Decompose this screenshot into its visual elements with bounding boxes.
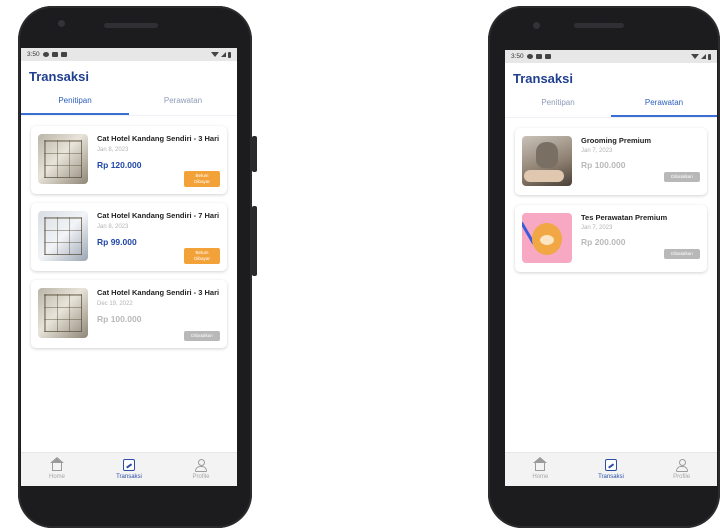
- nav-label: Profile: [192, 474, 210, 480]
- signal-icon: [221, 52, 226, 57]
- tab-bar: Penitipan Perawatan: [505, 98, 717, 117]
- item-date: Dec 19, 2022: [97, 301, 133, 308]
- user-icon: [675, 459, 688, 472]
- item-date: Jan 8, 2023: [97, 224, 129, 231]
- item-price: Rp 99.000: [97, 237, 137, 248]
- item-date: Jan 7, 2023: [581, 148, 613, 155]
- earpiece-speaker: [574, 23, 624, 28]
- user-icon: [195, 459, 207, 472]
- settings-icon: [42, 52, 49, 57]
- status-badge: Belum Dibayar: [184, 248, 220, 264]
- item-name: Cat Hotel Kandang Sendiri - 3 Hari: [97, 288, 220, 297]
- tab-penitipan[interactable]: Penitipan: [505, 98, 611, 117]
- item-date: Jan 7, 2023: [581, 225, 613, 232]
- page-title: Transaksi: [513, 71, 573, 86]
- home-icon: [50, 457, 64, 471]
- dog-spa-image: [522, 213, 572, 263]
- signal-icon: [701, 54, 706, 59]
- bottom-nav: Home Transaksi Profile: [21, 452, 237, 486]
- transaction-card[interactable]: Cat Hotel Kandang Sendiri - 3 Hari Dec 1…: [31, 280, 227, 348]
- status-bar: 3:50: [21, 48, 237, 61]
- media-icon: [60, 52, 67, 57]
- wifi-icon: [691, 54, 699, 59]
- nav-label: Home: [532, 474, 549, 480]
- item-date: Jan 8, 2023: [97, 147, 129, 154]
- tab-bar: Penitipan Perawatan: [21, 96, 237, 115]
- screen-penitipan: 3:50 Transaksi Penitipan Perawatan Cat H…: [21, 48, 237, 486]
- nav-label: Transaksi: [116, 474, 142, 480]
- item-price: Rp 200.000: [581, 237, 626, 248]
- battery-icon: [228, 51, 231, 58]
- cat-hotel-image: [38, 211, 88, 261]
- item-name: Tes Perawatan Premium: [581, 213, 668, 222]
- power-button: [252, 136, 257, 172]
- chart-icon: [123, 459, 135, 471]
- notification-icon: [51, 52, 58, 57]
- cat-hotel-image: [38, 134, 88, 184]
- status-badge: Dibatalkan: [664, 249, 700, 259]
- transaction-card[interactable]: Cat Hotel Kandang Sendiri - 7 Hari Jan 8…: [31, 203, 227, 271]
- phone-right: 3:50 Transaksi Penitipan Perawatan Groom…: [488, 6, 720, 528]
- status-badge: Dibatalkan: [664, 172, 700, 182]
- chart-icon: [604, 459, 617, 471]
- nav-profile[interactable]: Profile: [657, 459, 707, 480]
- phone-left: 3:50 Transaksi Penitipan Perawatan Cat H…: [18, 6, 257, 528]
- nav-label: Profile: [673, 474, 691, 480]
- tab-penitipan[interactable]: Penitipan: [21, 96, 129, 115]
- item-name: Grooming Premium: [581, 136, 652, 145]
- nav-label: Transaksi: [598, 474, 624, 480]
- tab-perawatan[interactable]: Perawatan: [129, 96, 237, 115]
- transaction-card[interactable]: Tes Perawatan Premium Jan 7, 2023 Rp 200…: [515, 205, 707, 272]
- item-price: Rp 100.000: [581, 160, 626, 171]
- transaction-list: Cat Hotel Kandang Sendiri - 3 Hari Jan 8…: [21, 116, 237, 348]
- volume-button: [252, 206, 257, 276]
- status-bar: 3:50: [505, 50, 717, 63]
- bottom-nav: Home Transaksi Profile: [505, 452, 717, 486]
- status-badge: Belum Dibayar: [184, 171, 220, 187]
- front-camera: [533, 22, 540, 29]
- item-name: Cat Hotel Kandang Sendiri - 3 Hari: [97, 134, 220, 143]
- item-price: Rp 100.000: [97, 314, 142, 325]
- page-title: Transaksi: [29, 69, 89, 84]
- nav-transaksi[interactable]: Transaksi: [586, 459, 636, 480]
- tab-perawatan[interactable]: Perawatan: [611, 98, 717, 117]
- screen-perawatan: 3:50 Transaksi Penitipan Perawatan Groom…: [505, 50, 717, 486]
- front-camera: [58, 20, 65, 27]
- cat-hotel-image: [38, 288, 88, 338]
- home-icon: [533, 457, 548, 471]
- battery-icon: [708, 53, 711, 60]
- nav-label: Home: [48, 474, 65, 480]
- nav-home[interactable]: Home: [515, 457, 565, 480]
- media-icon: [544, 54, 551, 59]
- status-time: 3:50: [27, 51, 40, 58]
- transaction-card[interactable]: Cat Hotel Kandang Sendiri - 3 Hari Jan 8…: [31, 126, 227, 194]
- transaction-list: Grooming Premium Jan 7, 2023 Rp 100.000 …: [505, 118, 717, 272]
- notification-icon: [535, 54, 542, 59]
- earpiece-speaker: [104, 23, 158, 28]
- nav-home[interactable]: Home: [32, 457, 82, 480]
- item-name: Cat Hotel Kandang Sendiri - 7 Hari: [97, 211, 220, 220]
- transaction-card[interactable]: Grooming Premium Jan 7, 2023 Rp 100.000 …: [515, 128, 707, 195]
- nav-transaksi[interactable]: Transaksi: [104, 459, 154, 480]
- nav-profile[interactable]: Profile: [176, 459, 226, 480]
- grooming-image: [522, 136, 572, 186]
- settings-icon: [526, 54, 533, 59]
- item-price: Rp 120.000: [97, 160, 142, 171]
- status-time: 3:50: [511, 53, 524, 60]
- status-badge: Dibatalkan: [184, 331, 220, 341]
- wifi-icon: [211, 52, 219, 57]
